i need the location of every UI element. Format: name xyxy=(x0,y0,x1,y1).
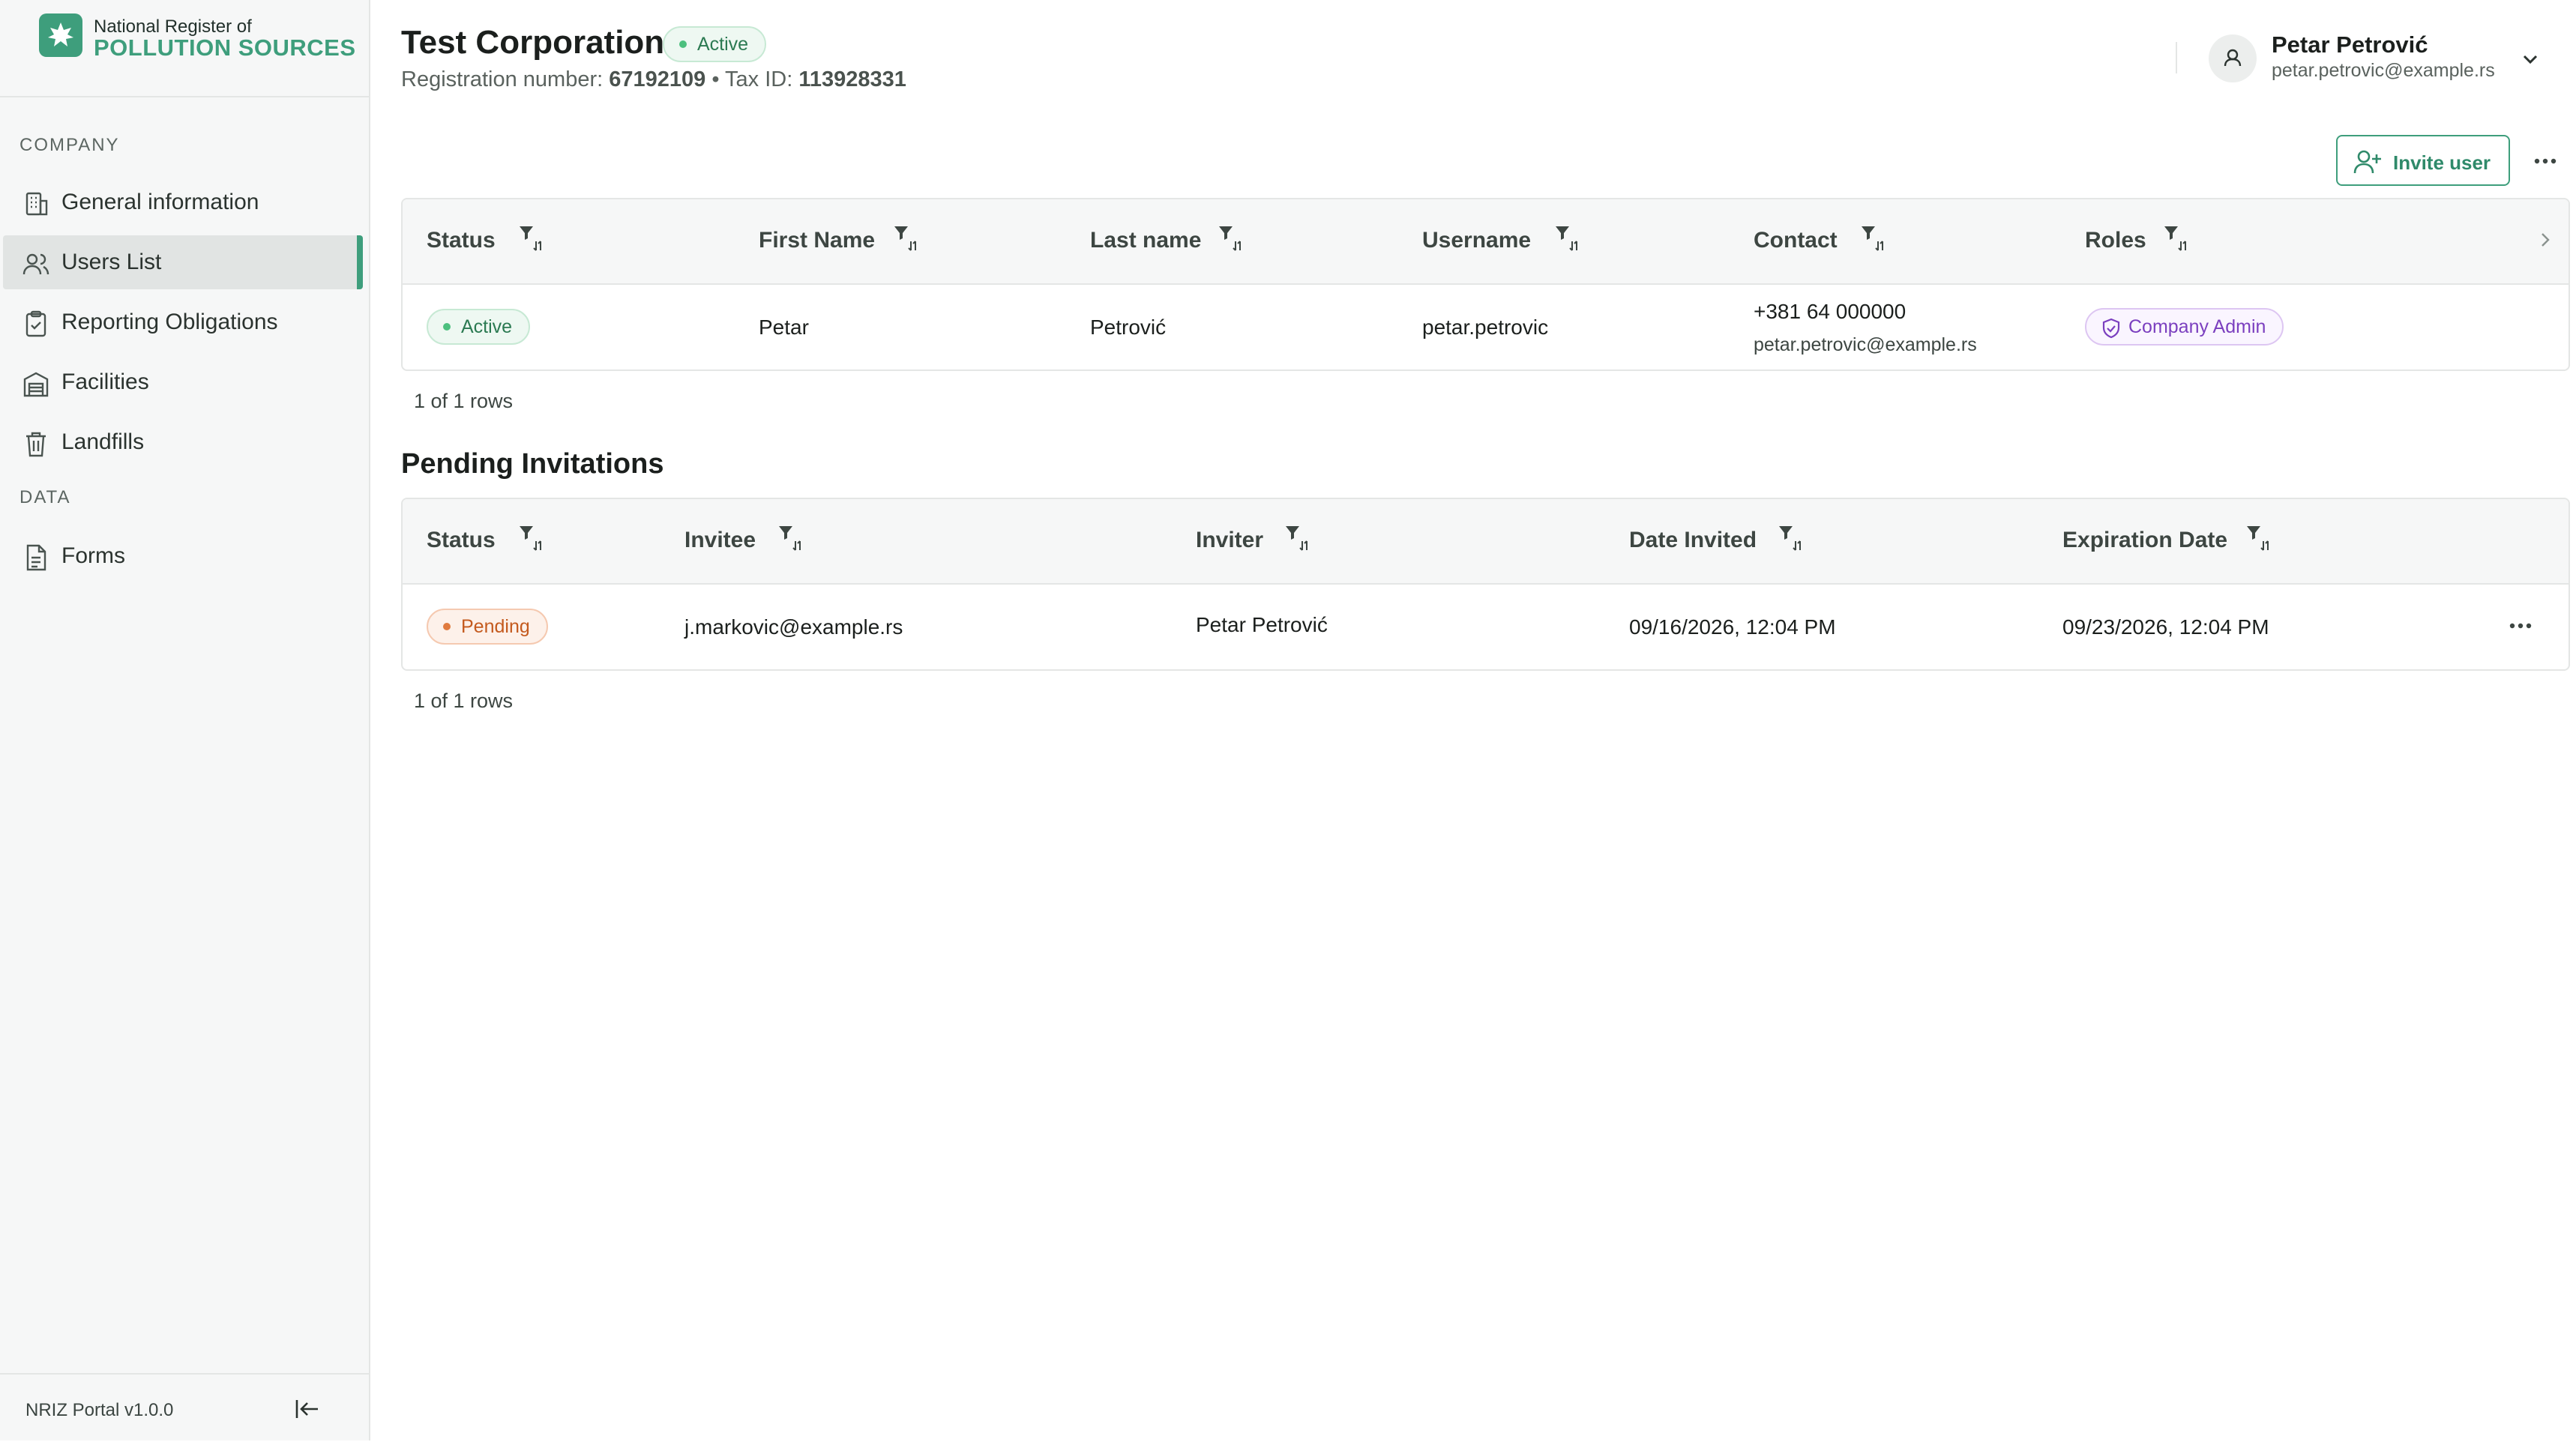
sidebar-item-label: Facilities xyxy=(61,369,149,394)
filter-sort-icon[interactable] xyxy=(1775,522,1808,555)
column-header-contact[interactable]: Contact xyxy=(1754,228,1838,253)
sidebar-item-label: General information xyxy=(61,190,259,214)
building-icon xyxy=(25,192,48,216)
filter-sort-icon[interactable] xyxy=(515,522,548,555)
cell-last-name: Petrović xyxy=(1090,316,1167,339)
user-name[interactable]: Petar Petrović xyxy=(2272,31,2428,58)
shield-check-icon xyxy=(2102,318,2120,339)
user-plus-icon xyxy=(2353,150,2381,174)
filter-sort-icon[interactable] xyxy=(1215,222,1248,255)
filter-sort-icon[interactable] xyxy=(1857,222,1890,255)
sidebar-item-label: Users List xyxy=(61,250,162,274)
filter-sort-icon[interactable] xyxy=(890,222,923,255)
table-header: Status First Name Last name Username Con… xyxy=(403,199,2569,285)
sidebar-section-company: COMPANY xyxy=(19,135,120,155)
invitation-status-badge: Pending xyxy=(427,609,548,645)
invite-user-button[interactable]: Invite user xyxy=(2336,135,2510,186)
sidebar-item-label: Forms xyxy=(61,543,125,568)
tax-id: 113928331 xyxy=(798,67,906,91)
header-divider xyxy=(2176,42,2177,73)
cell-username: petar.petrovic xyxy=(1422,316,1549,339)
sidebar-item-forms[interactable]: Forms xyxy=(3,529,363,583)
clipboard-check-icon xyxy=(25,310,46,337)
column-header-roles[interactable]: Roles xyxy=(2085,228,2146,253)
leaf-logo-icon xyxy=(39,13,82,57)
filter-sort-icon[interactable] xyxy=(2160,222,2193,255)
filter-sort-icon[interactable] xyxy=(1281,522,1314,555)
users-icon xyxy=(22,253,49,275)
column-header-date-invited[interactable]: Date Invited xyxy=(1629,528,1757,553)
column-header-first-name[interactable]: First Name xyxy=(759,228,875,253)
column-header-status[interactable]: Status xyxy=(427,528,496,553)
separator: • xyxy=(711,67,720,91)
sidebar: National Register of POLLUTION SOURCES C… xyxy=(0,0,370,1441)
status-text: Pending xyxy=(461,615,530,637)
app-version: NRIZ Portal v1.0.0 xyxy=(25,1400,174,1420)
user-email: petar.petrovic@example.rs xyxy=(2272,60,2495,81)
sidebar-item-label: Landfills xyxy=(61,429,145,454)
cell-expiration-date: 09/23/2026, 12:04 PM xyxy=(2062,615,2269,639)
row-actions-icon[interactable] xyxy=(2502,615,2539,637)
filter-sort-icon[interactable] xyxy=(2242,522,2275,555)
status-text: Active xyxy=(461,316,513,337)
trash-icon xyxy=(26,432,46,457)
brand: National Register of POLLUTION SOURCES xyxy=(0,0,369,97)
invite-user-label: Invite user xyxy=(2393,151,2491,174)
collapse-sidebar-icon[interactable] xyxy=(292,1394,322,1424)
document-icon xyxy=(26,544,46,571)
sidebar-section-data: DATA xyxy=(19,487,71,507)
warehouse-icon xyxy=(23,372,49,397)
status-dot xyxy=(443,623,451,630)
filter-sort-icon[interactable] xyxy=(515,222,548,255)
table-row[interactable]: Active Petar Petrović petar.petrovic +38… xyxy=(403,283,2569,369)
column-header-username[interactable]: Username xyxy=(1422,228,1531,253)
sidebar-item-label: Reporting Obligations xyxy=(61,310,278,334)
registration-number: 67192109 xyxy=(609,67,706,91)
chevron-down-icon[interactable] xyxy=(2518,46,2543,72)
status-dot xyxy=(443,323,451,331)
sidebar-item-reporting-obligations[interactable]: Reporting Obligations xyxy=(3,295,363,349)
sidebar-footer: NRIZ Portal v1.0.0 xyxy=(0,1373,369,1442)
avatar[interactable] xyxy=(2209,34,2257,82)
invitations-rows-count: 1 of 1 rows xyxy=(414,690,514,712)
column-header-inviter[interactable]: Inviter xyxy=(1196,528,1263,553)
status-dot xyxy=(679,40,687,48)
registration-info: Registration number: 67192109 • Tax ID: … xyxy=(401,67,906,92)
filter-sort-icon[interactable] xyxy=(774,522,807,555)
sidebar-item-general-information[interactable]: General information xyxy=(3,175,363,229)
user-icon xyxy=(2224,49,2242,67)
cell-first-name: Petar xyxy=(759,316,809,339)
company-status-badge: Active xyxy=(663,26,767,62)
role-label: Company Admin xyxy=(2128,316,2266,337)
cell-inviter: Petar Petrović xyxy=(1196,613,1328,636)
users-table: Status First Name Last name Username Con… xyxy=(401,198,2570,371)
cell-date-invited: 09/16/2026, 12:04 PM xyxy=(1629,615,1836,639)
brand-title-line2: POLLUTION SOURCES xyxy=(94,34,356,61)
column-header-last-name[interactable]: Last name xyxy=(1090,228,1201,253)
column-header-expiration-date[interactable]: Expiration Date xyxy=(2062,528,2227,553)
invitations-table: Status Invitee Inviter Date Invited Expi… xyxy=(401,498,2570,671)
moon-icon[interactable] xyxy=(2108,42,2143,76)
table-header: Status Invitee Inviter Date Invited Expi… xyxy=(403,499,2569,585)
chevron-right-icon[interactable] xyxy=(2530,225,2560,255)
status-text: Active xyxy=(697,33,749,55)
cell-phone: +381 64 000000 xyxy=(1754,300,1907,323)
pending-invitations-title: Pending Invitations xyxy=(401,448,664,480)
sidebar-item-users-list[interactable]: Users List xyxy=(3,235,363,289)
sidebar-item-facilities[interactable]: Facilities xyxy=(3,355,363,409)
page-title: Test Corporation xyxy=(401,24,665,61)
cell-invitee: j.markovic@example.rs xyxy=(684,615,903,639)
column-header-status[interactable]: Status xyxy=(427,228,496,253)
column-header-invitee[interactable]: Invitee xyxy=(684,528,756,553)
filter-sort-icon[interactable] xyxy=(1551,222,1584,255)
table-row[interactable]: Pending j.markovic@example.rs Petar Petr… xyxy=(403,583,2569,669)
registration-label: Registration number: xyxy=(401,67,604,91)
user-status-badge: Active xyxy=(427,309,531,345)
cell-email: petar.petrovic@example.rs xyxy=(1754,334,1977,355)
tax-label: Tax ID: xyxy=(725,67,793,91)
users-rows-count: 1 of 1 rows xyxy=(414,390,514,412)
sidebar-item-landfills[interactable]: Landfills xyxy=(3,415,363,469)
more-actions-icon[interactable] xyxy=(2527,150,2564,172)
role-badge: Company Admin xyxy=(2085,308,2284,346)
